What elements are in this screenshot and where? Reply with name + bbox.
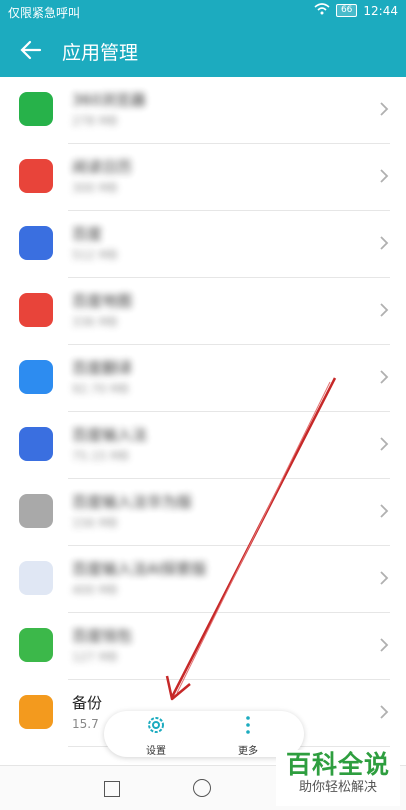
bottom-action-popup: 设置 更多 (104, 711, 304, 757)
gear-icon (144, 717, 168, 741)
recents-square-icon[interactable] (104, 781, 120, 797)
more-label: 更多 (238, 746, 258, 757)
annotation-arrow (165, 377, 337, 701)
more-button[interactable]: 更多 (218, 713, 278, 757)
watermark-title: 百科全说 (285, 750, 390, 779)
settings-label: 设置 (146, 746, 166, 757)
home-circle-icon[interactable] (193, 779, 211, 797)
settings-button[interactable]: 设置 (126, 713, 186, 757)
watermark-subtitle: 助你轻松解决 (298, 780, 377, 795)
watermark-logo: 百科全说 助你轻松解决 (276, 750, 400, 806)
more-vertical-icon (236, 716, 260, 741)
